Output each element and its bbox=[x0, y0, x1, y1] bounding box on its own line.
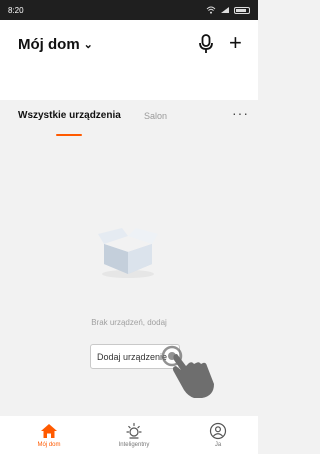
nav-me-label: Ja bbox=[214, 442, 222, 448]
more-icon[interactable]: ··· bbox=[232, 105, 249, 121]
status-time: 8:20 bbox=[8, 5, 24, 15]
nav-smart-label: Inteligentny bbox=[118, 442, 150, 448]
home-selector[interactable]: Mój dom ⌄ bbox=[18, 36, 93, 53]
empty-state-message: Brak urządzeń, dodaj bbox=[91, 318, 167, 327]
home-title: Mój dom bbox=[18, 36, 80, 53]
empty-box-icon bbox=[98, 228, 158, 278]
signal-icon bbox=[221, 7, 229, 13]
chevron-down-icon: ⌄ bbox=[83, 39, 93, 51]
nav-me[interactable]: Ja bbox=[188, 422, 248, 448]
add-device-button-label: Dodaj urządzenie bbox=[97, 351, 168, 362]
tab-salon[interactable]: Salon bbox=[144, 111, 167, 121]
active-tab-indicator bbox=[56, 134, 82, 136]
nav-home[interactable]: Mój dom bbox=[19, 422, 79, 448]
status-icons bbox=[206, 6, 250, 14]
nav-smart[interactable]: Inteligentny bbox=[104, 422, 164, 448]
wifi-icon bbox=[206, 6, 216, 14]
add-button[interactable]: + bbox=[229, 30, 242, 56]
tab-all-devices[interactable]: Wszystkie urządzenia bbox=[18, 110, 121, 121]
status-bar: 8:20 bbox=[0, 0, 258, 20]
sun-icon bbox=[126, 422, 142, 439]
nav-home-label: Mój dom bbox=[37, 442, 61, 448]
home-icon bbox=[41, 424, 57, 438]
room-tabs: Wszystkie urządzenia Salon ··· bbox=[0, 100, 258, 136]
profile-icon bbox=[209, 422, 227, 440]
bottom-nav: Mój dom Inteligentny Ja bbox=[0, 416, 258, 454]
pointing-hand-icon bbox=[161, 345, 214, 398]
battery-icon bbox=[234, 6, 250, 14]
microphone-icon[interactable] bbox=[196, 33, 216, 55]
